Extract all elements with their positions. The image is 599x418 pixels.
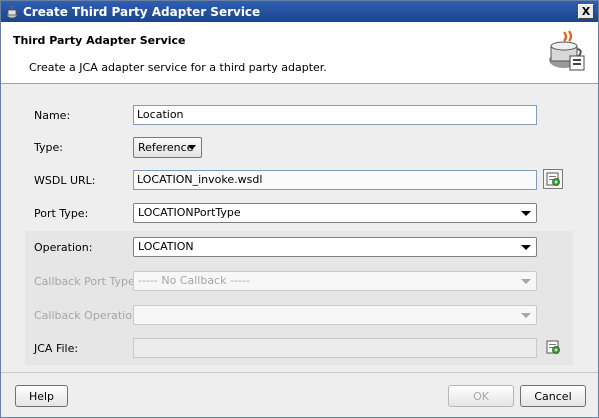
browse-wsdl-button[interactable] (543, 169, 563, 189)
jca-file-field[interactable] (133, 338, 537, 358)
browse-wsdl-icon (546, 172, 560, 186)
operation-select[interactable]: LOCATION (133, 237, 537, 257)
callback-operation-label: Callback Operation: (34, 309, 143, 322)
chevron-down-icon (521, 245, 531, 250)
header-title: Third Party Adapter Service (13, 34, 186, 47)
cancel-button[interactable]: Cancel (520, 385, 586, 407)
footer-divider (1, 372, 598, 373)
type-value: Reference (138, 141, 194, 154)
wizard-header: Third Party Adapter Service Create a JCA… (1, 22, 598, 84)
dialog-window: Create Third Party Adapter Service X Thi… (0, 0, 599, 418)
close-button[interactable]: X (578, 4, 594, 19)
header-description: Create a JCA adapter service for a third… (29, 61, 327, 74)
callback-port-type-label: Callback Port Type: (34, 275, 139, 288)
wsdl-url-label: WSDL URL: (34, 174, 96, 187)
adapter-wizard-icon (546, 28, 590, 74)
chevron-down-icon (521, 279, 531, 284)
type-dropdown-button[interactable]: Reference (133, 137, 202, 158)
port-type-select[interactable]: LOCATIONPortType (133, 203, 537, 223)
wsdl-url-field[interactable]: LOCATION_invoke.wsdl (133, 170, 537, 190)
callback-port-type-value: ----- No Callback ----- (138, 274, 250, 287)
title-bar: Create Third Party Adapter Service X (1, 1, 598, 22)
name-field[interactable]: Location (133, 105, 537, 125)
jca-file-label: JCA File: (34, 342, 79, 355)
browse-jca-icon (546, 340, 560, 354)
callback-port-type-select[interactable]: ----- No Callback ----- (133, 271, 537, 291)
chevron-down-icon (521, 211, 531, 216)
name-label: Name: (34, 109, 71, 122)
browse-jca-button[interactable] (543, 337, 563, 357)
help-button[interactable]: Help (15, 385, 68, 407)
callback-operation-select[interactable] (133, 305, 537, 325)
operation-label: Operation: (34, 241, 93, 254)
window-title: Create Third Party Adapter Service (23, 4, 261, 19)
close-icon[interactable]: X (582, 6, 590, 17)
coffee-cup-icon (5, 5, 19, 19)
ok-button[interactable]: OK (448, 385, 514, 407)
port-type-value: LOCATIONPortType (138, 206, 241, 219)
chevron-down-icon (521, 313, 531, 318)
type-label: Type: (34, 141, 63, 154)
port-type-label: Port Type: (34, 207, 89, 220)
chevron-down-icon (188, 145, 196, 150)
operation-value: LOCATION (138, 240, 194, 253)
